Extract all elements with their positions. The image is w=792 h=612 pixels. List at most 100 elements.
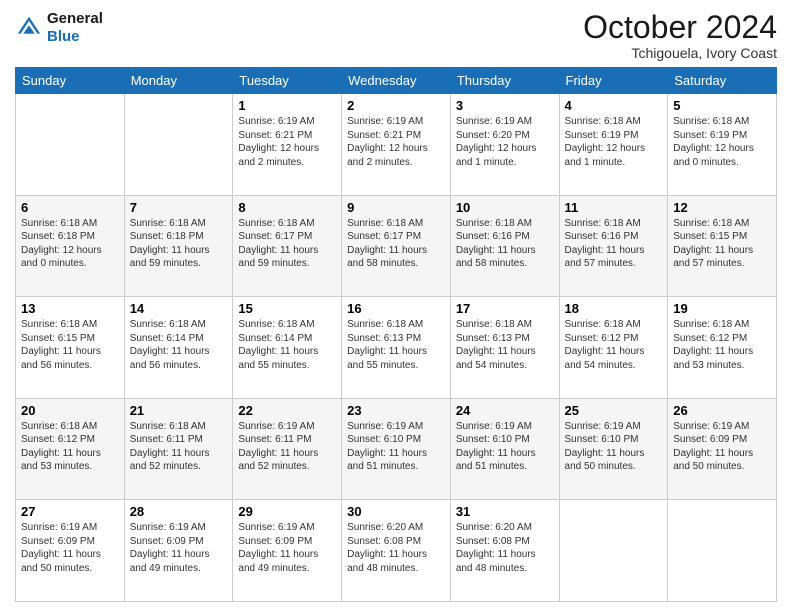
table-row bbox=[16, 94, 125, 196]
table-row: 28 Sunrise: 6:19 AMSunset: 6:09 PMDayligh… bbox=[124, 500, 233, 602]
day-number: 18 bbox=[565, 301, 663, 316]
cell-info: Sunrise: 6:18 AMSunset: 6:13 PMDaylight:… bbox=[347, 318, 445, 372]
day-number: 22 bbox=[238, 403, 336, 418]
col-friday: Friday bbox=[559, 68, 668, 94]
table-row: 4Sunrise: 6:18 AMSunset: 6:19 PMDaylight… bbox=[559, 94, 668, 196]
table-row: 20Sunrise: 6:18 AMSunset: 6:12 PMDayligh… bbox=[16, 398, 125, 500]
day-number: 27 bbox=[21, 504, 119, 519]
cell-info: Sunrise: 6:19 AMSunset: 6:21 PMDaylight:… bbox=[347, 115, 445, 169]
cell-info: Sunrise: 6:18 AMSunset: 6:17 PMDaylight:… bbox=[238, 217, 336, 271]
table-row: 29 Sunrise: 6:19 AMSunset: 6:09 PMDayligh… bbox=[233, 500, 342, 602]
cell-info: Sunrise: 6:18 AMSunset: 6:14 PMDaylight:… bbox=[238, 318, 336, 372]
cell-info: Sunrise: 6:18 AMSunset: 6:12 PMDaylight:… bbox=[565, 318, 663, 372]
table-row: 14Sunrise: 6:18 AMSunset: 6:14 PMDayligh… bbox=[124, 297, 233, 399]
cell-info: Sunrise: 6:19 AMSunset: 6:10 PMDaylight:… bbox=[456, 420, 554, 474]
table-row: 21 Sunrise: 6:18 AMSunset: 6:11 PMDayligh… bbox=[124, 398, 233, 500]
day-number: 6 bbox=[21, 200, 119, 215]
table-row: 30Sunrise: 6:20 AMSunset: 6:08 PMDayligh… bbox=[342, 500, 451, 602]
cell-info: Sunrise: 6:19 AMSunset: 6:10 PMDaylight:… bbox=[565, 420, 663, 474]
table-row: 27 Sunrise: 6:19 AMSunset: 6:09 PMDayligh… bbox=[16, 500, 125, 602]
cell-info: Sunrise: 6:18 AMSunset: 6:16 PMDaylight:… bbox=[456, 217, 554, 271]
day-number: 19 bbox=[673, 301, 771, 316]
calendar-header-row: Sunday Monday Tuesday Wednesday Thursday… bbox=[16, 68, 777, 94]
table-row: 31 Sunrise: 6:20 AMSunset: 6:08 PMDayligh… bbox=[450, 500, 559, 602]
calendar-table: Sunday Monday Tuesday Wednesday Thursday… bbox=[15, 67, 777, 602]
cell-info: Sunrise: 6:19 AMSunset: 6:11 PMDaylight:… bbox=[238, 420, 336, 474]
table-row: 16Sunrise: 6:18 AMSunset: 6:13 PMDayligh… bbox=[342, 297, 451, 399]
cell-info: Sunrise: 6:18 AMSunset: 6:15 PMDaylight:… bbox=[673, 217, 771, 271]
table-row: 8Sunrise: 6:18 AMSunset: 6:17 PMDaylight… bbox=[233, 195, 342, 297]
table-row: 22 Sunrise: 6:19 AMSunset: 6:11 PMDayligh… bbox=[233, 398, 342, 500]
cell-info: Sunrise: 6:20 AMSunset: 6:08 PMDaylight:… bbox=[456, 521, 554, 575]
table-row bbox=[124, 94, 233, 196]
table-row bbox=[559, 500, 668, 602]
cell-info: Sunrise: 6:18 AMSunset: 6:19 PMDaylight:… bbox=[565, 115, 663, 169]
table-row: 25 Sunrise: 6:19 AMSunset: 6:10 PMDayligh… bbox=[559, 398, 668, 500]
day-number: 11 bbox=[565, 200, 663, 215]
day-number: 5 bbox=[673, 98, 771, 113]
col-wednesday: Wednesday bbox=[342, 68, 451, 94]
cell-info: Sunrise: 6:18 AMSunset: 6:11 PMDaylight:… bbox=[130, 420, 228, 474]
cell-info: Sunrise: 6:19 AMSunset: 6:20 PMDaylight:… bbox=[456, 115, 554, 169]
day-number: 3 bbox=[456, 98, 554, 113]
main-title: October 2024 bbox=[583, 10, 777, 45]
page: General Blue October 2024 Tchigouela, Iv… bbox=[0, 0, 792, 612]
cell-info: Sunrise: 6:18 AMSunset: 6:16 PMDaylight:… bbox=[565, 217, 663, 271]
col-sunday: Sunday bbox=[16, 68, 125, 94]
table-row: 26 Sunrise: 6:19 AMSunset: 6:09 PMDayligh… bbox=[668, 398, 777, 500]
logo-icon bbox=[15, 14, 43, 42]
table-row: 18 Sunrise: 6:18 AMSunset: 6:12 PMDayligh… bbox=[559, 297, 668, 399]
calendar-week-4: 20Sunrise: 6:18 AMSunset: 6:12 PMDayligh… bbox=[16, 398, 777, 500]
table-row: 10Sunrise: 6:18 AMSunset: 6:16 PMDayligh… bbox=[450, 195, 559, 297]
table-row: 2 Sunrise: 6:19 AMSunset: 6:21 PMDaylight… bbox=[342, 94, 451, 196]
cell-info: Sunrise: 6:18 AMSunset: 6:17 PMDaylight:… bbox=[347, 217, 445, 271]
subtitle: Tchigouela, Ivory Coast bbox=[583, 45, 777, 61]
col-tuesday: Tuesday bbox=[233, 68, 342, 94]
table-row: 13Sunrise: 6:18 AMSunset: 6:15 PMDayligh… bbox=[16, 297, 125, 399]
table-row: 15 Sunrise: 6:18 AMSunset: 6:14 PMDayligh… bbox=[233, 297, 342, 399]
table-row: 3 Sunrise: 6:19 AMSunset: 6:20 PMDaylight… bbox=[450, 94, 559, 196]
table-row: 5Sunrise: 6:18 AMSunset: 6:19 PMDaylight… bbox=[668, 94, 777, 196]
table-row: 23 Sunrise: 6:19 AMSunset: 6:10 PMDayligh… bbox=[342, 398, 451, 500]
cell-info: Sunrise: 6:19 AMSunset: 6:10 PMDaylight:… bbox=[347, 420, 445, 474]
title-block: October 2024 Tchigouela, Ivory Coast bbox=[583, 10, 777, 61]
cell-info: Sunrise: 6:19 AMSunset: 6:09 PMDaylight:… bbox=[673, 420, 771, 474]
day-number: 7 bbox=[130, 200, 228, 215]
day-number: 25 bbox=[565, 403, 663, 418]
day-number: 23 bbox=[347, 403, 445, 418]
day-number: 28 bbox=[130, 504, 228, 519]
cell-info: Sunrise: 6:19 AMSunset: 6:09 PMDaylight:… bbox=[130, 521, 228, 575]
calendar-week-1: 1 Sunrise: 6:19 AMSunset: 6:21 PMDaylight… bbox=[16, 94, 777, 196]
table-row: 24 Sunrise: 6:19 AMSunset: 6:10 PMDayligh… bbox=[450, 398, 559, 500]
day-number: 21 bbox=[130, 403, 228, 418]
day-number: 2 bbox=[347, 98, 445, 113]
day-number: 31 bbox=[456, 504, 554, 519]
day-number: 20 bbox=[21, 403, 119, 418]
cell-info: Sunrise: 6:19 AMSunset: 6:21 PMDaylight:… bbox=[238, 115, 336, 169]
cell-info: Sunrise: 6:18 AMSunset: 6:18 PMDaylight:… bbox=[21, 217, 119, 271]
day-number: 9 bbox=[347, 200, 445, 215]
logo-text: General Blue bbox=[47, 10, 103, 46]
cell-info: Sunrise: 6:18 AMSunset: 6:15 PMDaylight:… bbox=[21, 318, 119, 372]
day-number: 1 bbox=[238, 98, 336, 113]
cell-info: Sunrise: 6:19 AMSunset: 6:09 PMDaylight:… bbox=[238, 521, 336, 575]
day-number: 15 bbox=[238, 301, 336, 316]
calendar-week-3: 13Sunrise: 6:18 AMSunset: 6:15 PMDayligh… bbox=[16, 297, 777, 399]
day-number: 29 bbox=[238, 504, 336, 519]
day-number: 26 bbox=[673, 403, 771, 418]
table-row: 9 Sunrise: 6:18 AMSunset: 6:17 PMDaylight… bbox=[342, 195, 451, 297]
cell-info: Sunrise: 6:19 AMSunset: 6:09 PMDaylight:… bbox=[21, 521, 119, 575]
col-thursday: Thursday bbox=[450, 68, 559, 94]
day-number: 24 bbox=[456, 403, 554, 418]
col-monday: Monday bbox=[124, 68, 233, 94]
table-row: 7 Sunrise: 6:18 AMSunset: 6:18 PMDaylight… bbox=[124, 195, 233, 297]
table-row: 1 Sunrise: 6:19 AMSunset: 6:21 PMDaylight… bbox=[233, 94, 342, 196]
cell-info: Sunrise: 6:18 AMSunset: 6:12 PMDaylight:… bbox=[673, 318, 771, 372]
table-row: 17Sunrise: 6:18 AMSunset: 6:13 PMDayligh… bbox=[450, 297, 559, 399]
calendar-week-2: 6 Sunrise: 6:18 AMSunset: 6:18 PMDaylight… bbox=[16, 195, 777, 297]
cell-info: Sunrise: 6:20 AMSunset: 6:08 PMDaylight:… bbox=[347, 521, 445, 575]
table-row: 6 Sunrise: 6:18 AMSunset: 6:18 PMDaylight… bbox=[16, 195, 125, 297]
table-row: 12Sunrise: 6:18 AMSunset: 6:15 PMDayligh… bbox=[668, 195, 777, 297]
calendar-week-5: 27 Sunrise: 6:19 AMSunset: 6:09 PMDayligh… bbox=[16, 500, 777, 602]
cell-info: Sunrise: 6:18 AMSunset: 6:18 PMDaylight:… bbox=[130, 217, 228, 271]
